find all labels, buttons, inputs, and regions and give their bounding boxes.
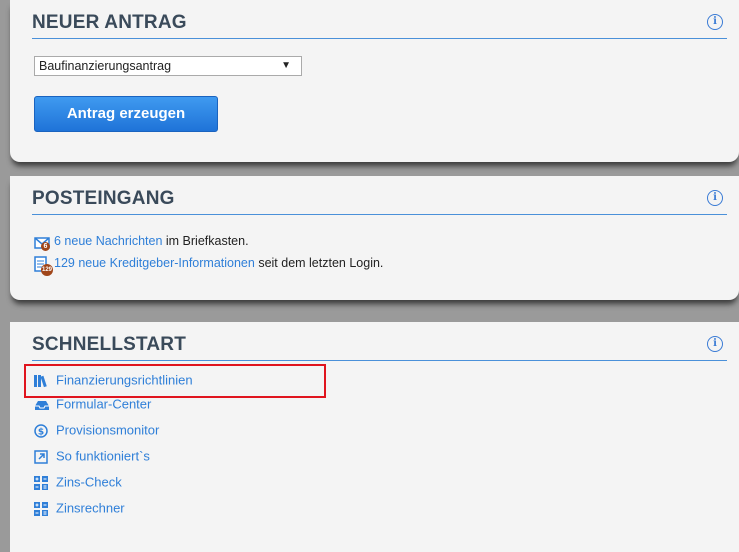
svg-text:$: $ xyxy=(38,427,44,437)
document-icon: 129 xyxy=(34,255,53,276)
schnellstart-panel: SCHNELLSTART i Finanzierungsrichtlinien … xyxy=(10,322,739,552)
messages-line: 6 6 neue Nachrichten im Briefkasten. xyxy=(34,232,249,251)
quicklink-label[interactable]: Formular-Center xyxy=(56,397,151,412)
quicklink-provisionsmonitor[interactable]: $ Provisionsmonitor xyxy=(34,420,159,440)
lender-info-link[interactable]: 129 neue Kreditgeber-Informationen xyxy=(54,256,255,270)
quicklink-zinsrechner[interactable]: Zinsrechner xyxy=(34,498,125,518)
lender-info-count-badge: 129 xyxy=(41,263,53,276)
antrag-erzeugen-button[interactable]: Antrag erzeugen xyxy=(34,96,218,132)
quicklink-label[interactable]: Zins-Check xyxy=(56,475,122,490)
panel-title: NEUER ANTRAG xyxy=(32,12,187,33)
info-icon[interactable]: i xyxy=(707,14,723,30)
panel-header: POSTEINGANG i xyxy=(32,188,727,215)
highlight-box xyxy=(24,364,326,398)
inbox-tray-icon xyxy=(34,398,50,412)
panel-title: SCHNELLSTART xyxy=(32,334,187,355)
panel-header: SCHNELLSTART i xyxy=(32,334,727,361)
quicklink-label[interactable]: Provisionsmonitor xyxy=(56,423,159,438)
neuer-antrag-panel: NEUER ANTRAG i Baufinanzierungsantrag ▼ … xyxy=(10,0,739,162)
posteingang-panel: POSTEINGANG i 6 6 neue Nachrichten im Br… xyxy=(10,176,739,300)
messages-count-badge: 6 xyxy=(41,241,50,251)
quicklink-label[interactable]: Zinsrechner xyxy=(56,501,125,516)
calculator-icon xyxy=(34,501,50,516)
info-icon[interactable]: i xyxy=(707,190,723,206)
quicklink-zins-check[interactable]: Zins-Check xyxy=(34,472,122,492)
messages-suffix: im Briefkasten. xyxy=(162,234,249,248)
panel-header: NEUER ANTRAG i xyxy=(32,12,727,39)
calculator-icon xyxy=(34,475,50,490)
messages-link[interactable]: 6 neue Nachrichten xyxy=(54,234,162,248)
antrag-type-select[interactable]: Baufinanzierungsantrag ▼ xyxy=(34,56,302,76)
select-value: Baufinanzierungsantrag xyxy=(39,59,172,73)
panel-title: POSTEINGANG xyxy=(32,188,175,209)
quicklink-label[interactable]: So funktioniert`s xyxy=(56,449,150,464)
envelope-icon: 6 xyxy=(34,236,50,251)
dollar-circle-icon: $ xyxy=(34,423,50,438)
lender-info-suffix: seit dem letzten Login. xyxy=(254,256,384,270)
quicklink-so-funktionierts[interactable]: So funktioniert`s xyxy=(34,446,150,466)
external-link-icon xyxy=(34,449,50,464)
info-icon[interactable]: i xyxy=(707,336,723,352)
lender-info-line: 129 129 neue Kreditgeber-Informationen s… xyxy=(34,254,384,276)
dropdown-arrow-icon: ▼ xyxy=(281,60,291,71)
